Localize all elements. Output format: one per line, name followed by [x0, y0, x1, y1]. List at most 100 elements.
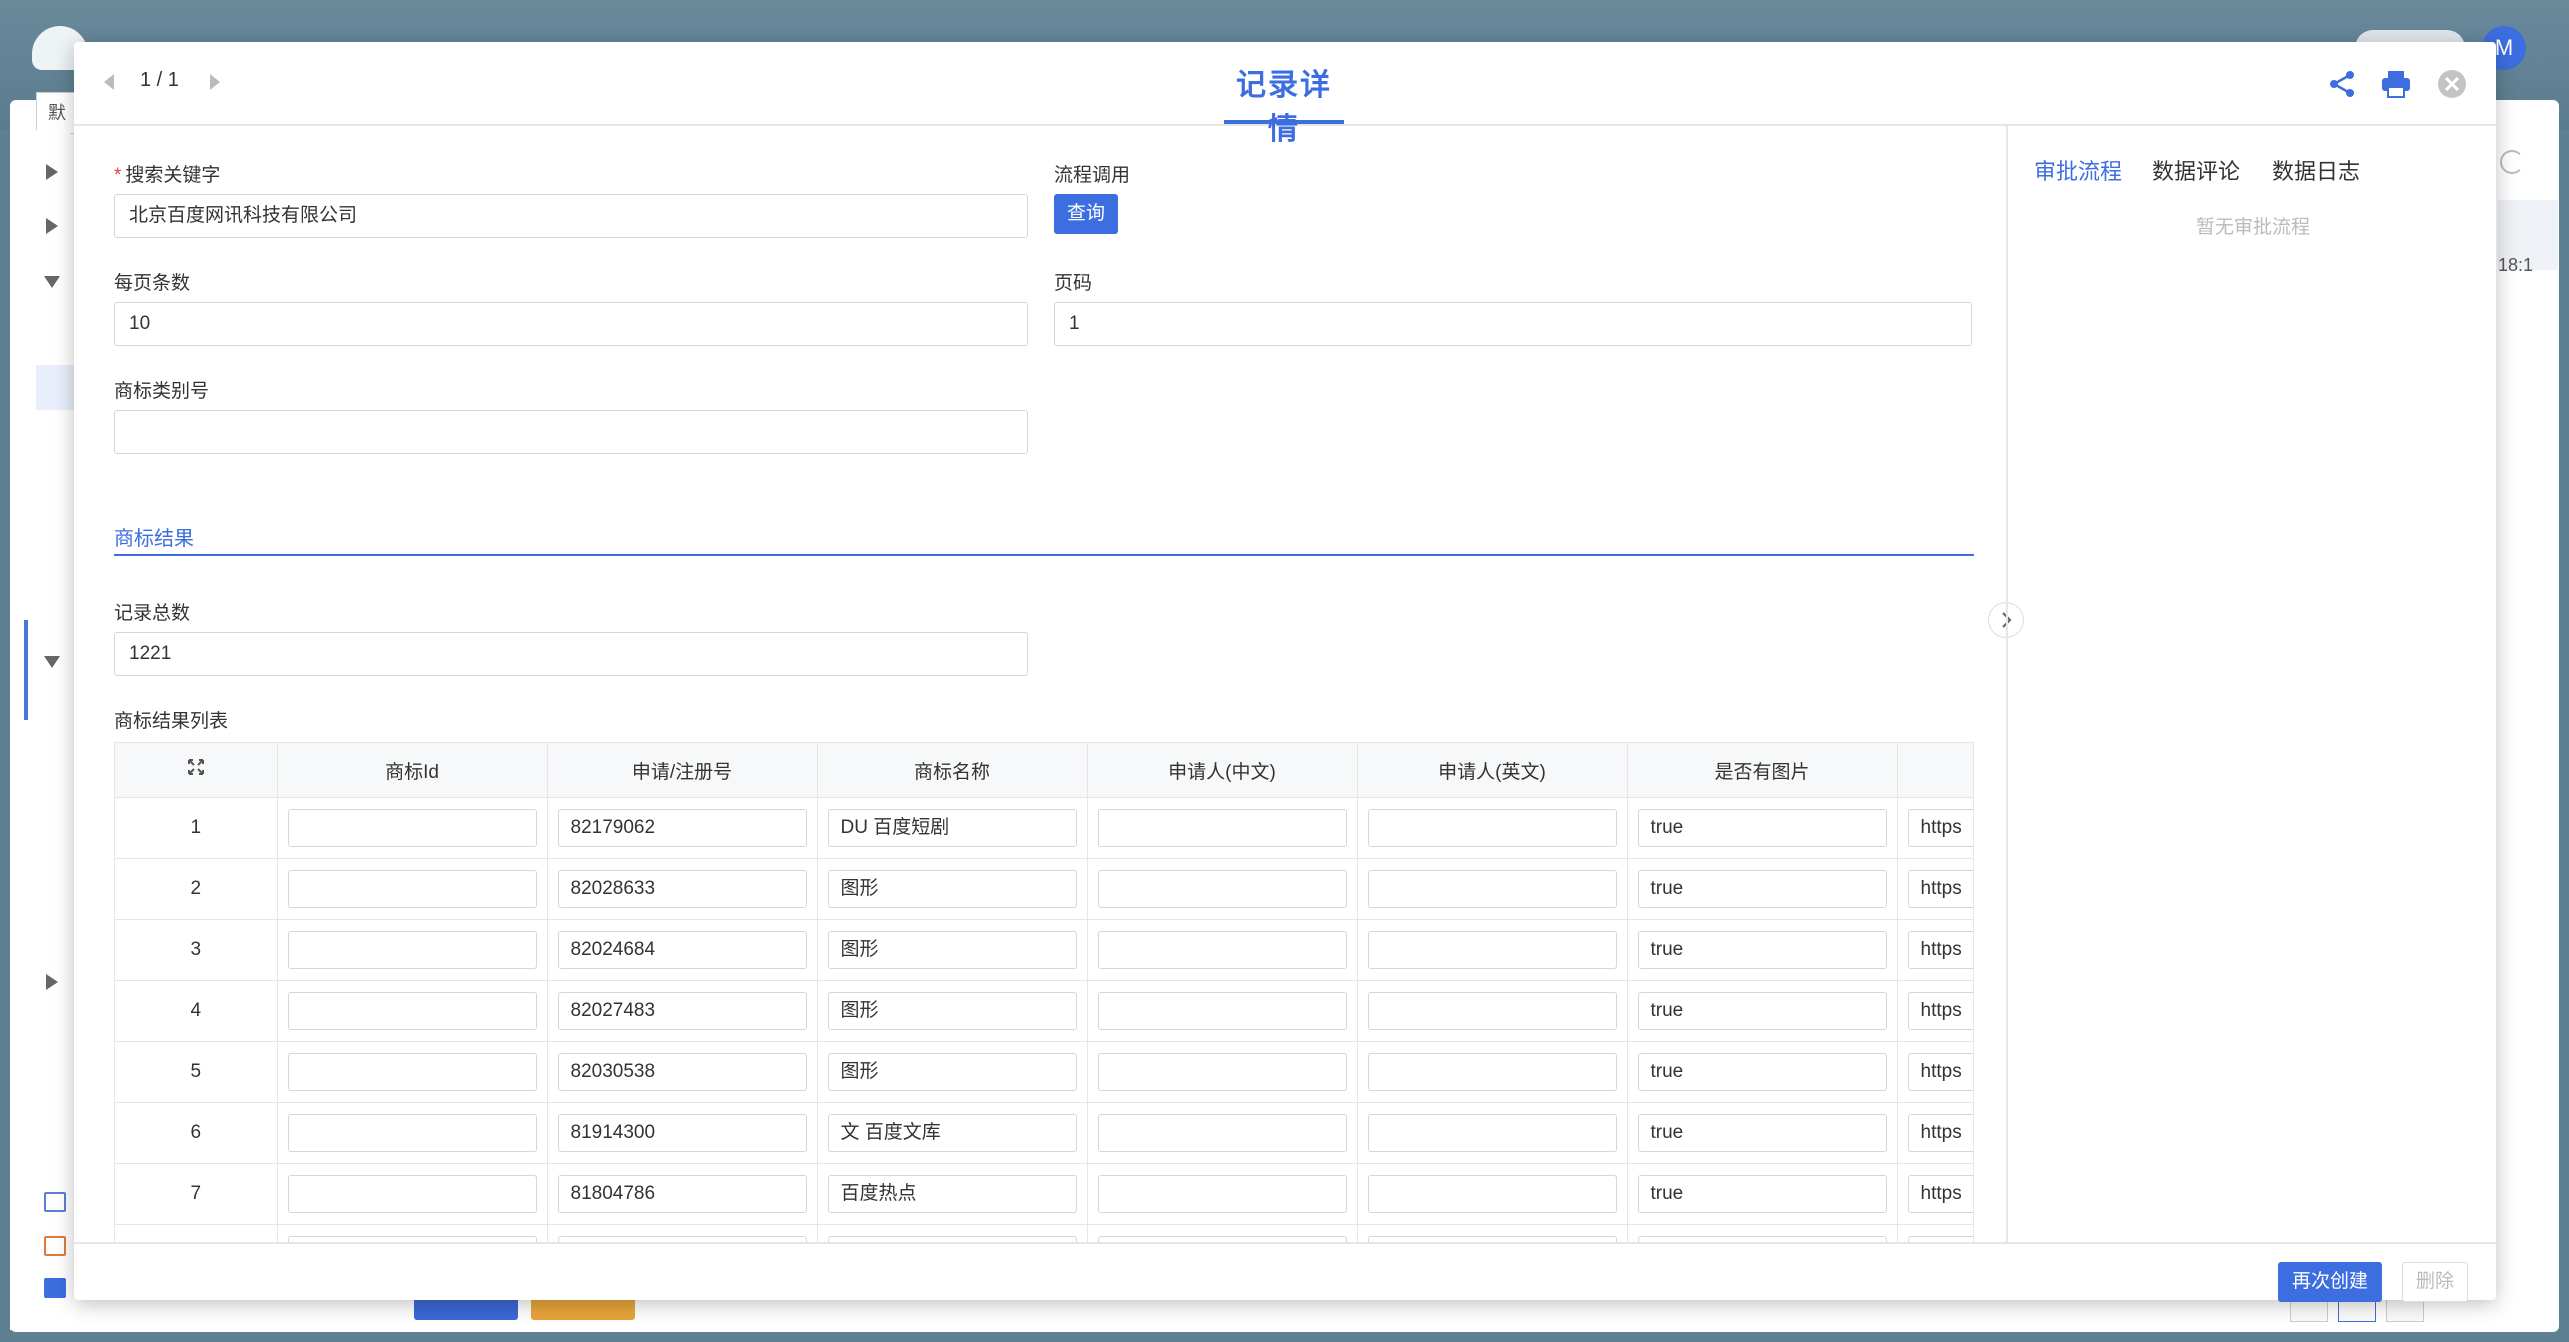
page-size-input[interactable]: 10 [114, 302, 1028, 346]
col-has-image: 是否有图片 [1627, 743, 1898, 798]
applicant-cn-input[interactable] [1097, 1053, 1347, 1091]
modal-header: 1 / 1 记录详情 [74, 42, 2496, 146]
print-icon[interactable] [2380, 68, 2412, 100]
total-label: 记录总数 [114, 603, 191, 624]
applicant-cn-input[interactable] [1097, 1175, 1347, 1213]
form-icon[interactable] [44, 1192, 66, 1212]
reg-no-input[interactable]: 82030538 [557, 1053, 807, 1091]
trademark-id-input[interactable] [287, 809, 537, 847]
delete-button[interactable]: 删除 [2402, 1262, 2468, 1302]
trademark-name-input[interactable]: 百度热点 [827, 1175, 1077, 1213]
image-url-input[interactable]: https [1907, 1053, 1973, 1091]
image-url-input[interactable]: https [1907, 1114, 1973, 1152]
row-index: 4 [115, 980, 278, 1042]
applicant-en-input[interactable] [1367, 992, 1617, 1030]
class-label: 商标类别号 [114, 381, 210, 402]
image-url-input[interactable]: https [1907, 809, 1973, 847]
close-icon[interactable] [2436, 68, 2468, 100]
page-label: 页码 [1054, 273, 1093, 294]
has-image-input[interactable]: true [1637, 870, 1887, 908]
table-row: 6 81914300 文 百度文库 true https [115, 1102, 1973, 1164]
fullscreen-icon[interactable] [115, 743, 278, 798]
table-row: 5 82030538 图形 true https [115, 1041, 1973, 1103]
has-image-input[interactable]: true [1637, 809, 1887, 847]
share-icon[interactable] [2326, 68, 2358, 100]
trademark-name-input[interactable]: 文 百度文库 [827, 1114, 1077, 1152]
applicant-cn-input[interactable] [1097, 992, 1347, 1030]
reg-no-input[interactable]: 81804786 [557, 1175, 807, 1213]
image-url-input[interactable]: https [1907, 1175, 1973, 1213]
applicant-cn-input[interactable] [1097, 1114, 1347, 1152]
applicant-cn-input[interactable] [1097, 870, 1347, 908]
trademark-id-input[interactable] [287, 1114, 537, 1152]
tab-data-log[interactable]: 数据日志 [2272, 154, 2360, 186]
has-image-input[interactable]: true [1637, 931, 1887, 969]
tree-expand-icon[interactable] [46, 974, 58, 990]
keyword-input[interactable]: 北京百度网讯科技有限公司 [114, 194, 1028, 238]
applicant-en-input[interactable] [1367, 809, 1617, 847]
image-url-input[interactable]: https [1907, 992, 1973, 1030]
table-row: 2 82028633 图形 true https [115, 858, 1973, 920]
applicant-en-input[interactable] [1367, 1114, 1617, 1152]
col-trademark-name: 商标名称 [817, 743, 1088, 798]
applicant-cn-input[interactable] [1097, 931, 1347, 969]
reg-no-input[interactable]: 82024684 [557, 931, 807, 969]
create-again-button[interactable]: 再次创建 [2278, 1262, 2382, 1302]
tab-default[interactable]: 默 [36, 92, 78, 134]
has-image-input[interactable]: true [1637, 1175, 1887, 1213]
page-input[interactable]: 1 [1054, 302, 1972, 346]
prev-record-icon[interactable] [104, 74, 114, 90]
app-sidebar [10, 130, 70, 1330]
col-applicant-en: 申请人(英文) [1357, 743, 1628, 798]
applicant-en-input[interactable] [1367, 1175, 1617, 1213]
trademark-id-input[interactable] [287, 931, 537, 969]
section-title: 商标结果 [114, 528, 194, 550]
side-panel: 审批流程 数据评论 数据日志 暂无审批流程 [2006, 126, 2498, 1242]
tab-approval-flow[interactable]: 审批流程 [2034, 154, 2122, 186]
trademark-id-input[interactable] [287, 870, 537, 908]
image-url-input[interactable]: https [1907, 931, 1973, 969]
applicant-en-input[interactable] [1367, 1053, 1617, 1091]
applicant-en-input[interactable] [1367, 870, 1617, 908]
next-record-icon[interactable] [210, 74, 220, 90]
refresh-icon[interactable] [2500, 150, 2524, 174]
image-url-input[interactable]: https [1907, 870, 1973, 908]
has-image-input[interactable]: true [1637, 1053, 1887, 1091]
trademark-name-input[interactable]: DU 百度短剧 [827, 809, 1077, 847]
trademark-id-input[interactable] [287, 1053, 537, 1091]
row-index: 5 [115, 1041, 278, 1103]
applicant-en-input[interactable] [1367, 931, 1617, 969]
col-reg-no: 申请/注册号 [547, 743, 818, 798]
tree-expand-icon[interactable] [46, 218, 58, 234]
query-button[interactable]: 查询 [1054, 194, 1118, 234]
table-icon[interactable] [44, 1236, 66, 1256]
tab-data-comments[interactable]: 数据评论 [2152, 154, 2240, 186]
row-index: 6 [115, 1102, 278, 1164]
table-row: 1 82179062 DU 百度短剧 true https [115, 797, 1973, 859]
tree-collapse-icon[interactable] [44, 276, 60, 288]
has-image-input[interactable]: true [1637, 1114, 1887, 1152]
class-input[interactable] [114, 410, 1028, 454]
trademark-name-input[interactable]: 图形 [827, 870, 1077, 908]
trademark-name-input[interactable]: 图形 [827, 931, 1077, 969]
has-image-input[interactable]: true [1637, 992, 1887, 1030]
table-row: 7 81804786 百度热点 true https [115, 1163, 1973, 1225]
trademark-id-input[interactable] [287, 1175, 537, 1213]
table-header-row: 商标Id 申请/注册号 商标名称 申请人(中文) 申请人(英文) 是否有图片 [115, 743, 1973, 798]
reg-no-input[interactable]: 82027483 [557, 992, 807, 1030]
trademark-id-input[interactable] [287, 992, 537, 1030]
empty-approval-text: 暂无审批流程 [2195, 217, 2310, 238]
total-input[interactable]: 1221 [114, 632, 1028, 676]
trademark-name-input[interactable]: 图形 [827, 992, 1077, 1030]
sidebar-selected-item[interactable] [36, 365, 76, 410]
keyword-label: * 搜索关键字 [114, 165, 221, 186]
folder-icon[interactable] [44, 1278, 66, 1298]
tree-expand-icon[interactable] [46, 164, 58, 180]
row-index: 3 [115, 919, 278, 981]
applicant-cn-input[interactable] [1097, 809, 1347, 847]
reg-no-input[interactable]: 81914300 [557, 1114, 807, 1152]
trademark-name-input[interactable]: 图形 [827, 1053, 1077, 1091]
reg-no-input[interactable]: 82028633 [557, 870, 807, 908]
reg-no-input[interactable]: 82179062 [557, 809, 807, 847]
tree-collapse-icon[interactable] [44, 656, 60, 668]
